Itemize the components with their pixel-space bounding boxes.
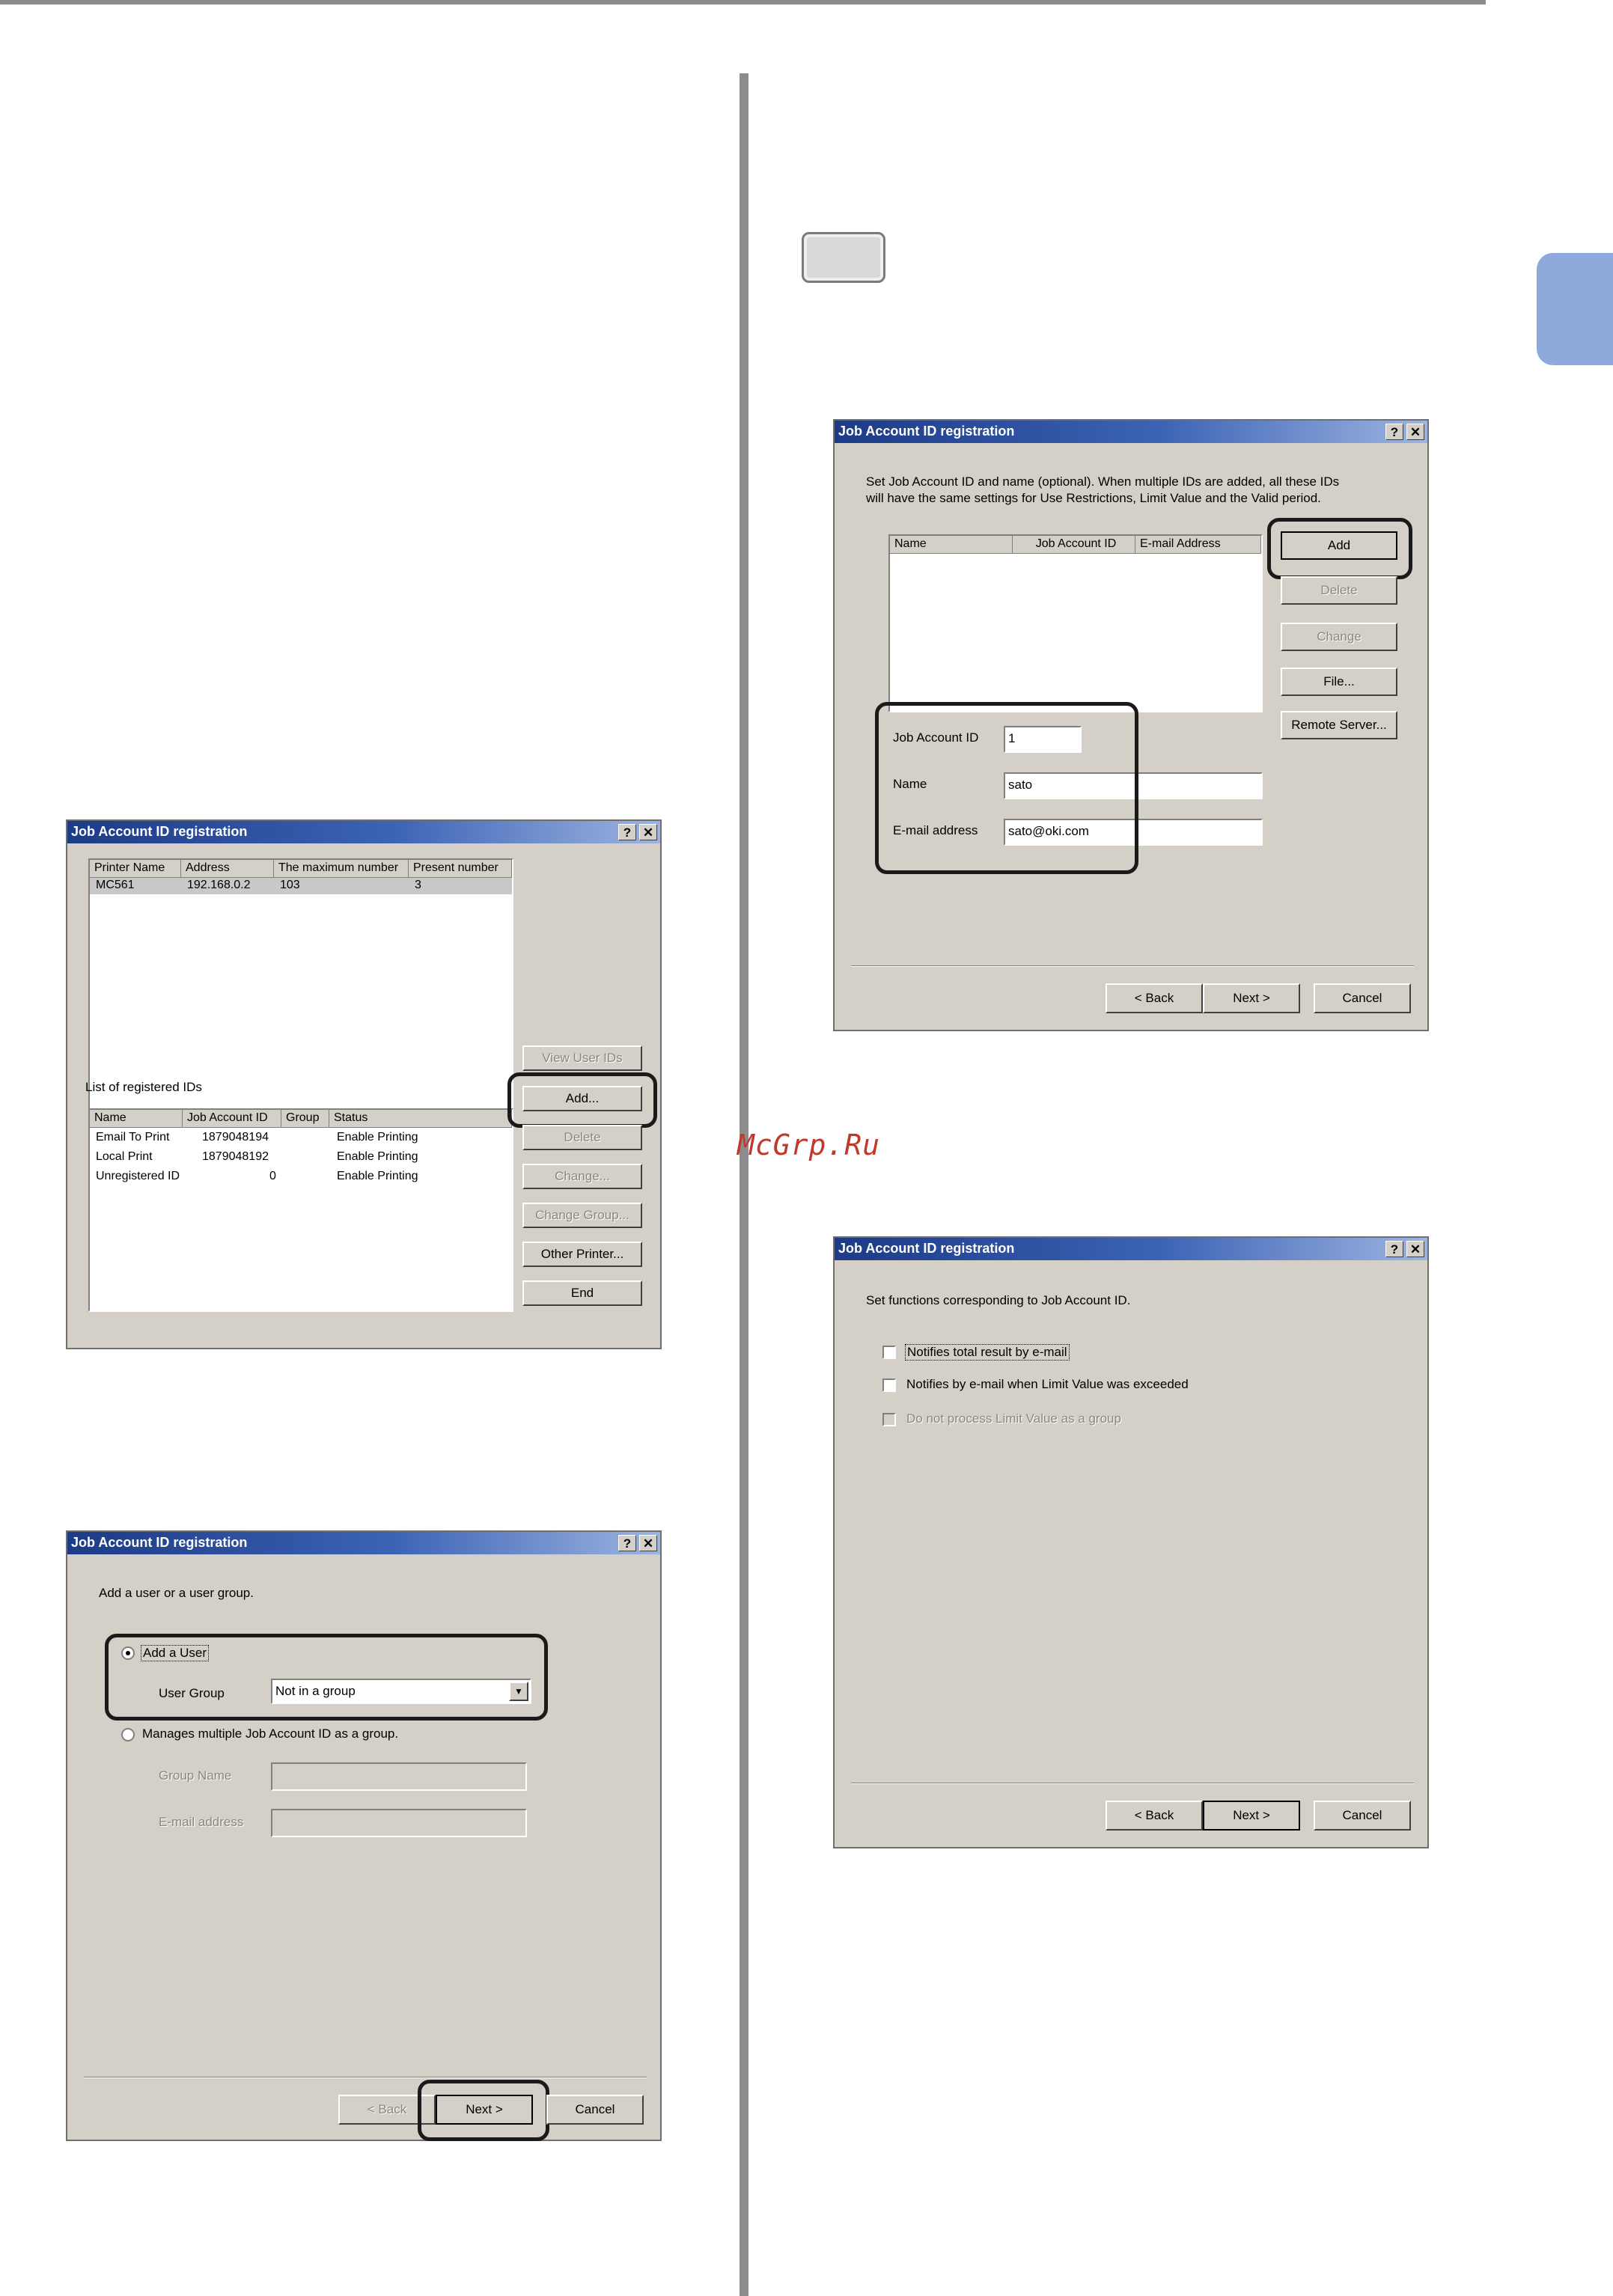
cell-printer: MC561 [96, 879, 135, 891]
col-name[interactable]: Name [890, 536, 1013, 554]
id-list[interactable]: Name Job Account ID E-mail Address [888, 534, 1263, 712]
cell-status: Enable Printing [337, 1150, 418, 1163]
description-line-1: Set Job Account ID and name (optional). … [866, 474, 1340, 489]
cell-present: 3 [415, 879, 421, 891]
remote-server-button[interactable]: Remote Server... [1281, 711, 1397, 739]
title-bar: Job Account ID registration ? ✕ [67, 821, 660, 843]
close-icon[interactable]: ✕ [639, 824, 657, 840]
notify-limit-label[interactable]: Notifies by e-mail when Limit Value was … [906, 1377, 1189, 1392]
no-group-limit-checkbox[interactable] [882, 1413, 896, 1426]
notify-limit-checkbox[interactable] [882, 1378, 896, 1392]
dialog-title: Job Account ID registration [71, 824, 248, 839]
group-name-label: Group Name [159, 1768, 232, 1783]
registered-id-list[interactable]: Name Job Account ID Group Status Email T… [88, 1108, 513, 1312]
help-button[interactable]: ? [618, 1535, 636, 1551]
notify-total-checkbox[interactable] [882, 1346, 896, 1359]
table-row[interactable]: Local Print 1879048192 Enable Printing [90, 1149, 512, 1168]
end-button[interactable]: End [522, 1280, 642, 1306]
prompt-text: Add a user or a user group. [99, 1586, 254, 1600]
highlight-input-fields [875, 702, 1138, 874]
key-button-illustration [802, 232, 885, 283]
help-button[interactable]: ? [618, 824, 636, 840]
cancel-button[interactable]: Cancel [1314, 1801, 1411, 1831]
email-label: E-mail address [159, 1815, 244, 1829]
change-button[interactable]: Change [1281, 623, 1397, 651]
chapter-tab [1537, 253, 1613, 365]
separator [84, 2077, 647, 2078]
help-button[interactable]: ? [1385, 1241, 1403, 1257]
registered-list-label: List of registered IDs [85, 1080, 202, 1094]
dialog-title: Job Account ID registration [838, 424, 1015, 439]
back-button[interactable]: < Back [1106, 1801, 1203, 1831]
close-icon[interactable]: ✕ [1406, 424, 1424, 440]
separator [851, 1783, 1414, 1784]
col-printer-name[interactable]: Printer Name [90, 860, 181, 878]
notify-total-label[interactable]: Notifies total result by e-mail [905, 1344, 1070, 1361]
cell-status: Enable Printing [337, 1131, 418, 1144]
title-bar: Job Account ID registration ? ✕ [67, 1532, 660, 1554]
dialog-title: Job Account ID registration [71, 1535, 248, 1550]
col-address[interactable]: Address [181, 860, 274, 878]
table-row[interactable]: Unregistered ID 0 Enable Printing [90, 1168, 512, 1188]
file-button[interactable]: File... [1281, 668, 1397, 696]
cell-id: 1879048194 [202, 1131, 269, 1144]
cell-name: Email To Print [96, 1131, 170, 1144]
col-job-account-id[interactable]: Job Account ID [1013, 536, 1135, 554]
cell-id: 0 [269, 1170, 276, 1182]
dialog-add-user: Job Account ID registration ? ✕ Add a us… [66, 1530, 662, 2141]
col-email-address[interactable]: E-mail Address [1135, 536, 1261, 554]
close-icon[interactable]: ✕ [1406, 1241, 1424, 1257]
cell-id: 1879048192 [202, 1150, 269, 1163]
next-button[interactable]: Next > [1203, 983, 1300, 1013]
help-button[interactable]: ? [1385, 424, 1403, 440]
watermark: McGrp.Ru [737, 1129, 881, 1161]
change-button[interactable]: Change... [522, 1164, 642, 1189]
email-input[interactable] [271, 1809, 527, 1837]
change-group-button[interactable]: Change Group... [522, 1203, 642, 1228]
next-button[interactable]: Next > [1203, 1801, 1300, 1831]
prompt-text: Set functions corresponding to Job Accou… [866, 1293, 1131, 1307]
top-rule [0, 0, 1486, 4]
description-line-2: will have the same settings for Use Rest… [866, 491, 1321, 505]
cell-address: 192.168.0.2 [187, 879, 251, 891]
dialog-set-id: Job Account ID registration ? ✕ Set Job … [833, 419, 1429, 1031]
cell-max: 103 [280, 879, 300, 891]
delete-button[interactable]: Delete [1281, 576, 1397, 605]
column-divider [740, 73, 748, 2296]
no-group-limit-label[interactable]: Do not process Limit Value as a group [906, 1411, 1121, 1426]
highlight-add [1267, 518, 1412, 579]
cancel-button[interactable]: Cancel [546, 2095, 644, 2125]
col-status[interactable]: Status [329, 1110, 512, 1128]
dialog-title: Job Account ID registration [838, 1241, 1015, 1256]
manage-group-label[interactable]: Manages multiple Job Account ID as a gro… [142, 1726, 398, 1741]
table-row[interactable]: MC561 192.168.0.2 103 3 [90, 878, 512, 894]
cancel-button[interactable]: Cancel [1314, 983, 1411, 1013]
cell-name: Unregistered ID [96, 1170, 180, 1182]
dialog-functions: Job Account ID registration ? ✕ Set func… [833, 1236, 1429, 1848]
delete-button[interactable]: Delete [522, 1125, 642, 1150]
view-user-ids-button[interactable]: View User IDs [522, 1045, 642, 1071]
dialog-registered-ids: Job Account ID registration ? ✕ Printer … [66, 819, 662, 1349]
other-printer-button[interactable]: Other Printer... [522, 1242, 642, 1267]
title-bar: Job Account ID registration ? ✕ [835, 421, 1427, 443]
separator [851, 965, 1414, 967]
col-group[interactable]: Group [281, 1110, 329, 1128]
manage-group-radio[interactable] [121, 1728, 135, 1741]
highlight-add-user [105, 1634, 548, 1721]
highlight-next [418, 2080, 549, 2141]
cell-status: Enable Printing [337, 1170, 418, 1182]
table-row[interactable]: Email To Print 1879048194 Enable Printin… [90, 1129, 512, 1149]
col-present-number[interactable]: Present number [409, 860, 512, 878]
back-button[interactable]: < Back [1106, 983, 1203, 1013]
group-name-input[interactable] [271, 1762, 527, 1791]
title-bar: Job Account ID registration ? ✕ [835, 1238, 1427, 1260]
highlight-add [507, 1072, 657, 1128]
col-max-number[interactable]: The maximum number [274, 860, 409, 878]
close-icon[interactable]: ✕ [639, 1535, 657, 1551]
col-job-account-id[interactable]: Job Account ID [183, 1110, 281, 1128]
col-name[interactable]: Name [90, 1110, 183, 1128]
cell-name: Local Print [96, 1150, 153, 1163]
